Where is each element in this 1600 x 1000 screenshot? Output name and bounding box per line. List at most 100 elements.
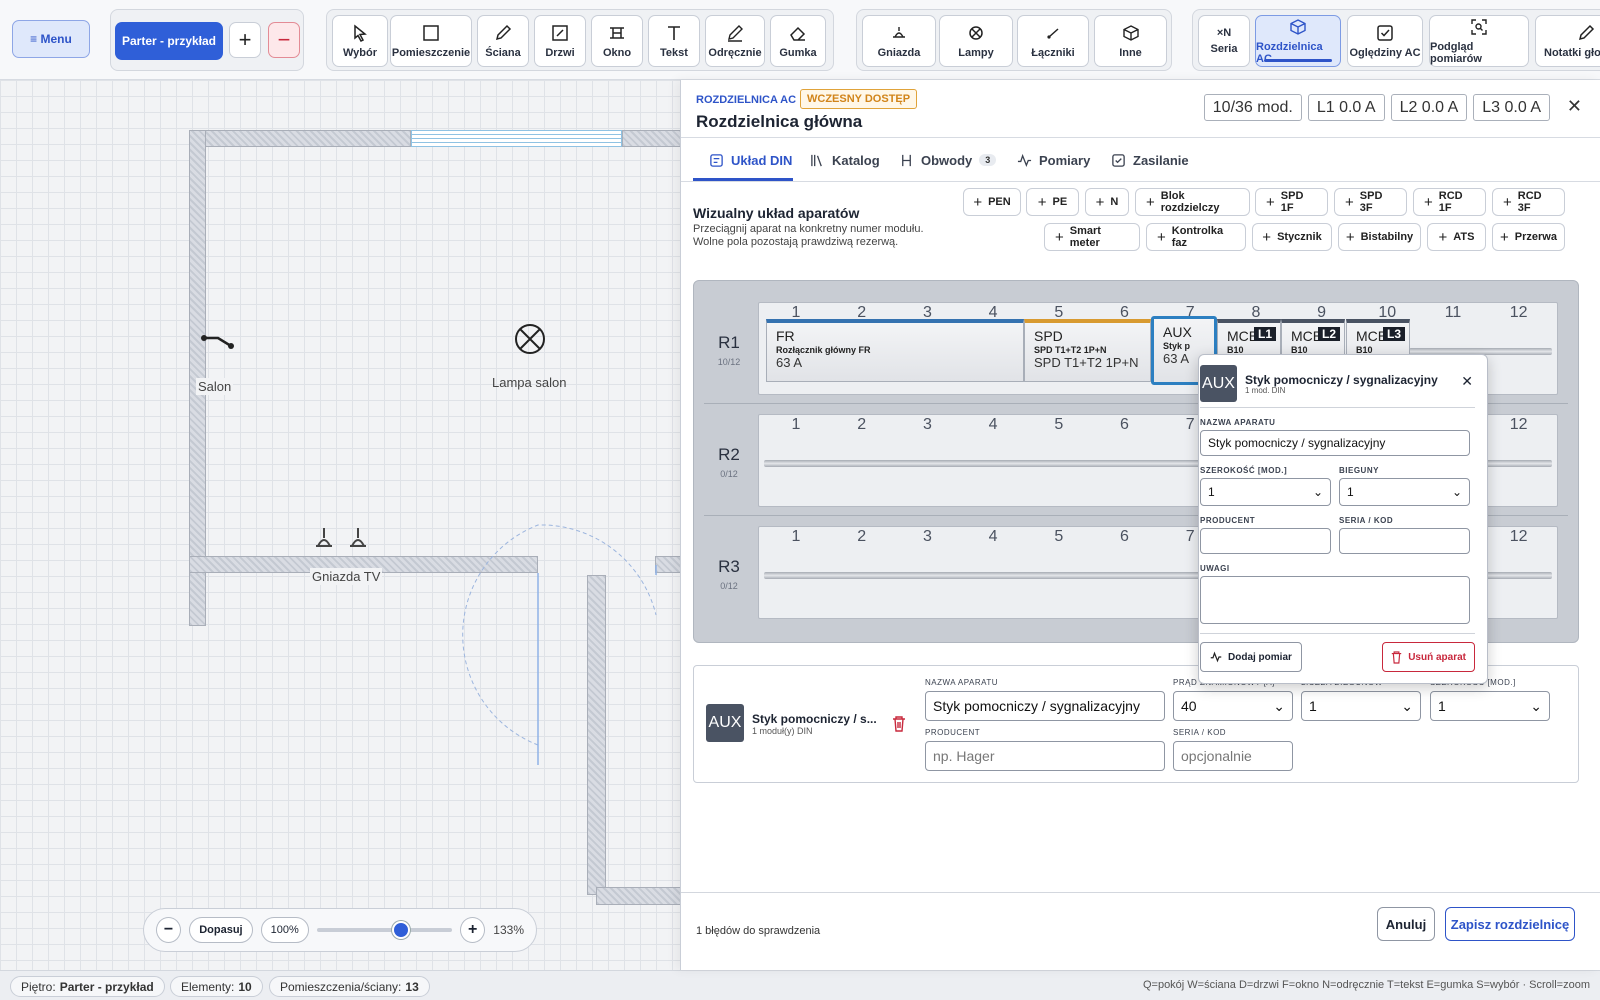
tool-series[interactable]: ×N Seria (1198, 15, 1250, 67)
add-component-button[interactable]: + RCD 3F (1492, 188, 1565, 216)
tab-circuits[interactable]: Obwody 3 (899, 140, 997, 180)
menu-button[interactable]: ≡ Menu (12, 20, 90, 58)
lamp-symbol[interactable] (514, 323, 546, 355)
add-component-button[interactable]: + RCD 1F (1413, 188, 1486, 216)
add-component-button[interactable]: + SPD 3F (1334, 188, 1407, 216)
door-swing[interactable] (410, 445, 680, 775)
add-component-button[interactable]: + Bistabilny (1338, 223, 1421, 251)
add-component-button[interactable]: + Kontrolka faz (1146, 223, 1246, 251)
switch-symbol[interactable] (200, 325, 240, 355)
add-component-button[interactable]: + Przerwa (1492, 223, 1565, 251)
tool-select[interactable]: Wybór (332, 15, 388, 67)
detail-producer-input[interactable]: np. Hager (925, 741, 1165, 771)
socket-symbol[interactable] (314, 520, 384, 556)
cursor-icon (354, 24, 367, 42)
trash-icon[interactable] (892, 716, 906, 732)
electrical-tools: Gniazda Lampy Łączniki Inne (856, 9, 1172, 71)
add-floor-button[interactable]: + (229, 22, 261, 58)
close-icon[interactable]: ✕ (1567, 96, 1582, 117)
popup-producer-input[interactable] (1200, 528, 1331, 554)
zoom-slider[interactable] (316, 921, 453, 939)
add-component-button[interactable]: + PE (1026, 188, 1079, 216)
tab-measurements[interactable]: Pomiary (1017, 140, 1090, 180)
zoom-in-button[interactable]: + (460, 917, 486, 943)
tab-din-layout[interactable]: Układ DIN (709, 140, 792, 180)
select-value: 1 (1347, 485, 1354, 499)
add-measurement-button[interactable]: Dodaj pomiar (1200, 642, 1302, 672)
zoom-slider-thumb[interactable] (391, 921, 410, 939)
detail-current-select[interactable]: 40 ⌄ (1173, 691, 1293, 721)
detail-width-select[interactable]: 1 ⌄ (1430, 691, 1550, 721)
add-component-label: RCD 1F (1438, 190, 1463, 214)
remove-device-button[interactable]: Usuń aparat (1382, 642, 1475, 672)
tool-other[interactable]: Inne (1094, 15, 1167, 67)
add-component-button[interactable]: + ATS (1427, 223, 1486, 251)
device-value: SPD T1+T2 1P+N (1034, 355, 1139, 370)
remove-floor-button[interactable]: − (268, 22, 300, 58)
add-component-button[interactable]: + Smart meter (1044, 223, 1140, 251)
tool-sockets[interactable]: Gniazda (862, 15, 936, 67)
din-device[interactable]: FR Rozłącznik główny FR 63 A (766, 319, 1024, 382)
detail-name-input[interactable]: Styk pomocniczy / sygnalizacyjny (925, 691, 1165, 721)
wall-segment[interactable] (189, 130, 411, 147)
tool-wall[interactable]: Ściana (477, 15, 529, 67)
window-element[interactable] (411, 130, 622, 147)
module-number: 1 (791, 416, 801, 433)
zoom-out-button[interactable]: − (156, 917, 182, 943)
module-number: 4 (988, 416, 998, 433)
module-number: 1 (791, 528, 801, 545)
tool-lamps[interactable]: Lampy (939, 15, 1013, 67)
tool-label: Łączniki (1031, 47, 1075, 59)
add-component-button[interactable]: + Blok rozdzielczy (1135, 188, 1250, 216)
cancel-button[interactable]: Anuluj (1377, 907, 1435, 941)
module-number: 6 (1120, 528, 1129, 545)
tool-switches[interactable]: Łączniki (1017, 15, 1089, 67)
popup-name-input[interactable]: Styk pomocniczy / sygnalizacyjny (1200, 430, 1470, 456)
phase-badge: L1 (1253, 327, 1276, 341)
close-icon[interactable]: ✕ (1461, 373, 1473, 390)
tab-power-supply[interactable]: Zasilanie (1111, 140, 1189, 180)
add-component-label: ATS (1453, 231, 1475, 243)
tool-room[interactable]: Pomieszczenie (390, 15, 472, 67)
popup-series-input[interactable] (1339, 528, 1470, 554)
tool-switchboard-ac[interactable]: Rozdzielnica AC (1255, 15, 1341, 67)
detail-series-input[interactable]: opcjonalnie (1173, 741, 1293, 771)
tool-eraser[interactable]: Gumka (770, 15, 826, 67)
tool-voice-notes[interactable]: Notatki głos (1535, 15, 1600, 67)
popup-poles-select[interactable]: 1 ⌄ (1339, 478, 1470, 506)
tool-text[interactable]: Tekst (648, 15, 700, 67)
add-component-button[interactable]: + SPD 1F (1255, 188, 1328, 216)
add-component-button[interactable]: + Stycznik (1252, 223, 1332, 251)
tool-label: Inne (1119, 47, 1142, 59)
keyboard-shortcuts: Q=pokój W=ściana D=drzwi F=okno N=odręcz… (1142, 979, 1590, 991)
wall-segment[interactable] (596, 887, 680, 905)
floor-button[interactable]: Parter - przykład (115, 22, 223, 60)
tool-freehand[interactable]: Odręcznie (705, 15, 765, 67)
tab-catalog[interactable]: Katalog (810, 140, 880, 180)
tool-window[interactable]: Okno (591, 15, 643, 67)
detail-poles-select[interactable]: 1 ⌄ (1301, 691, 1421, 721)
tool-measurement-preview[interactable]: Podgląd pomiarów (1429, 15, 1529, 67)
module-number: 2 (857, 528, 867, 545)
popup-width-select[interactable]: 1 ⌄ (1200, 478, 1331, 506)
rail-label-r3: R3 0/12 (704, 557, 754, 591)
floor-plan-canvas[interactable]: Salon Lampa salon Gniazda TV (0, 80, 680, 970)
detail-producer-label: PRODUCENT (925, 728, 981, 737)
add-component-button[interactable]: + PEN (963, 188, 1021, 216)
tool-label: Pomieszczenie (391, 47, 471, 59)
room-label-salon: Salon (196, 378, 234, 395)
tool-inspection-ac[interactable]: Oględziny AC (1347, 15, 1423, 67)
add-component-label: RCD 3F (1517, 190, 1542, 214)
wall-segment[interactable] (622, 130, 680, 147)
zoom-reset-button[interactable]: 100% (260, 917, 309, 943)
rail-name: R3 (718, 557, 740, 576)
rail-name: R2 (718, 445, 740, 464)
din-device[interactable]: SPD SPD T1+T2 1P+N SPD T1+T2 1P+N (1024, 319, 1151, 382)
select-value: 1 (1309, 698, 1317, 714)
tool-door[interactable]: Drzwi (534, 15, 586, 67)
add-component-button[interactable]: + N (1085, 188, 1129, 216)
popup-notes-textarea[interactable] (1200, 576, 1470, 624)
fit-button[interactable]: Dopasuj (189, 917, 253, 943)
save-switchboard-button[interactable]: Zapisz rozdzielnicę (1445, 907, 1575, 941)
rail-name: R1 (718, 333, 740, 352)
